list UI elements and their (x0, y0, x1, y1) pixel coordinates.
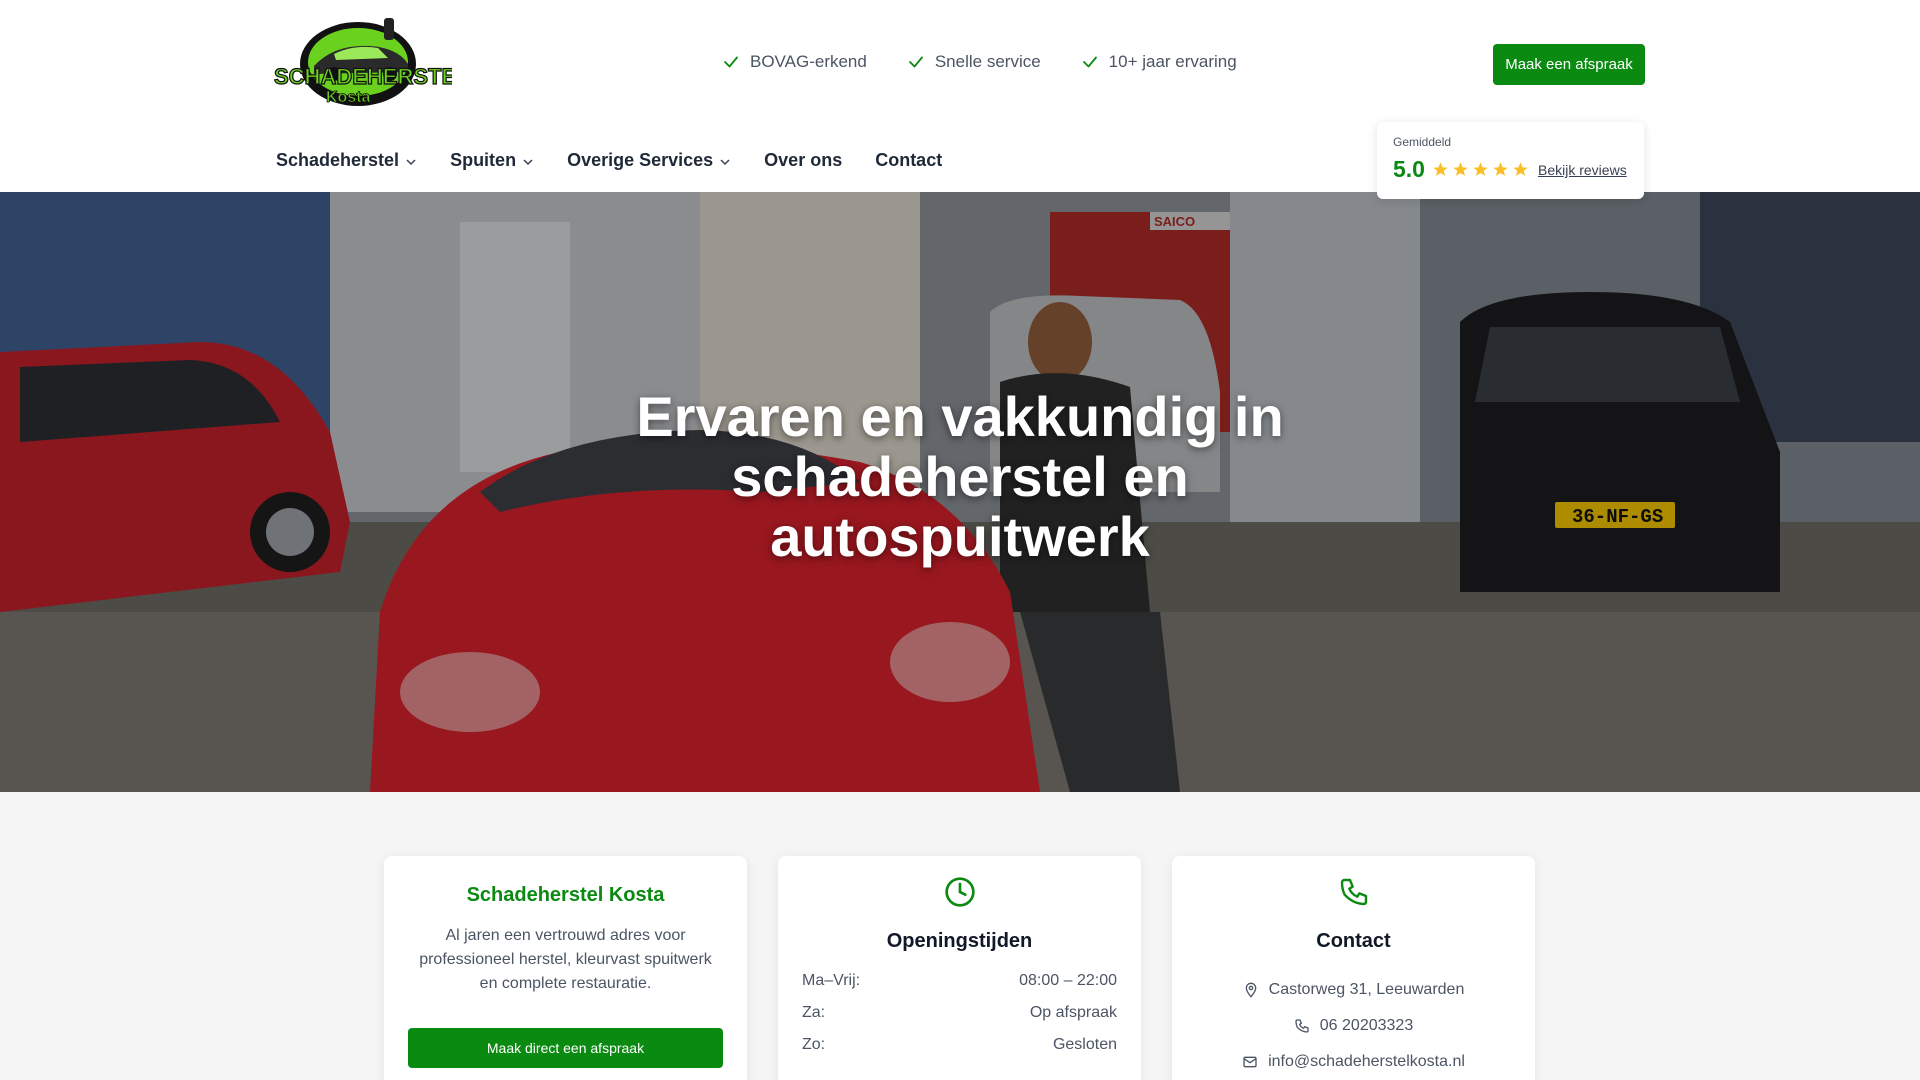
contact-title: Contact (1316, 930, 1391, 952)
make-direct-appointment-button[interactable]: Maak direct een afspraak (408, 1028, 723, 1068)
nav-item-spuiten[interactable]: Spuiten (450, 150, 534, 171)
about-title: Schadeherstel Kosta (466, 884, 665, 906)
star-icon (1473, 162, 1488, 176)
hours-time: Gesloten (1052, 1036, 1117, 1053)
usp-label: BOVAG-erkend (750, 52, 867, 71)
hero-title: Ervaren en vakkundig in schadeherstel en… (636, 385, 1284, 568)
nav-item-label: Contact (875, 150, 943, 170)
hours-day: Za: (802, 1004, 826, 1021)
usp-label: Snelle service (934, 52, 1041, 71)
clock-icon (944, 877, 975, 907)
nav-item-label: Over ons (764, 150, 843, 170)
star-icon (1513, 162, 1528, 176)
nav-item-overige-services[interactable]: Overige Services (567, 150, 731, 171)
make-appointment-button[interactable]: Maak een afspraak (1493, 44, 1645, 85)
star-icon (1493, 162, 1508, 176)
nav-item-schadeherstel[interactable]: Schadeherstel (276, 150, 417, 171)
check-icon (908, 56, 923, 68)
usp-label: 10+ jaar ervaring (1108, 52, 1237, 71)
svg-text:SCHADEHERSTEL: SCHADEHERSTEL (274, 64, 452, 89)
nav-item-over-ons[interactable]: Over ons (764, 150, 842, 171)
hours-row: Za: Op afspraak (802, 1004, 1117, 1036)
chevron-down-icon (720, 158, 730, 165)
view-reviews-link[interactable]: Bekijk reviews (1538, 162, 1627, 178)
opening-hours-title: Openingstijden (886, 930, 1033, 952)
chevron-down-icon (406, 158, 416, 165)
contact-address-text: Castorweg 31, Leeuwarden (1268, 981, 1465, 998)
svg-text:Kosta: Kosta (326, 89, 371, 106)
contact-phone[interactable]: 06 20203323 (1172, 1008, 1535, 1044)
opening-hours-card: Openingstijden Ma–Vrij: 08:00 – 22:00 Za… (778, 856, 1141, 1080)
logo-image: SCHADEHERSTEL Kosta (273, 18, 470, 106)
nav-item-contact[interactable]: Contact (875, 150, 942, 171)
hours-row: Ma–Vrij: 08:00 – 22:00 (802, 972, 1117, 1004)
nav-item-label: Schadeherstel (276, 150, 400, 170)
phone-icon (1295, 1019, 1309, 1033)
rating-score: 5.0 (1393, 156, 1425, 182)
contact-email[interactable]: info@schadeherstelkosta.nl (1172, 1044, 1535, 1080)
check-icon (724, 56, 738, 68)
about-card: Schadeherstel Kosta Al jaren een vertrou… (384, 856, 747, 1080)
usp-item: Snelle service (907, 52, 1041, 72)
hours-day: Ma–Vrij: (802, 972, 861, 989)
rating-widget: Gemiddeld 5.0 Bekijk reviews (1377, 122, 1644, 199)
contact-card: Contact Castorweg 31, Leeuwarden 06 2020… (1172, 856, 1535, 1080)
phone-icon (1340, 878, 1367, 906)
contact-list: Castorweg 31, Leeuwarden 06 20203323 inf… (1172, 972, 1535, 1080)
about-text: Al jaren een vertrouwd adres voor profes… (419, 927, 712, 992)
logo[interactable]: SCHADEHERSTEL Kosta (273, 14, 470, 112)
hours-day: Zo: (802, 1036, 826, 1053)
rating-label: Gemiddeld (1393, 135, 1452, 149)
hero-banner: SAICO 36-NF-GS Ervaren en vakkundig in s… (0, 192, 1920, 792)
contact-address: Castorweg 31, Leeuwarden (1172, 972, 1535, 1008)
star-icon (1433, 162, 1448, 176)
hours-time: Op afspraak (1029, 1004, 1117, 1021)
hours-time: 08:00 – 22:00 (1019, 972, 1117, 989)
nav-item-label: Spuiten (450, 150, 517, 170)
contact-email-text: info@schadeherstelkosta.nl (1268, 1053, 1465, 1070)
chevron-down-icon (523, 158, 533, 165)
usp-list: BOVAG-erkend Snelle service 10+ jaar erv… (722, 52, 1237, 72)
usp-item: 10+ jaar ervaring (1081, 52, 1237, 72)
contact-phone-text: 06 20203323 (1319, 1017, 1414, 1034)
usp-item: BOVAG-erkend (722, 52, 867, 72)
mail-icon (1243, 1056, 1257, 1068)
hours-row: Zo: Gesloten (802, 1036, 1117, 1068)
map-pin-icon (1245, 982, 1256, 998)
nav-item-label: Overige Services (567, 150, 714, 170)
site-header: SCHADEHERSTEL Kosta BOVAG-erkend Snelle … (0, 0, 1920, 199)
rating-stars (1432, 161, 1529, 178)
check-icon (1082, 56, 1097, 68)
main-nav: Schadeherstel Spuiten Overige Services O… (276, 150, 942, 171)
star-icon (1453, 162, 1468, 176)
opening-hours-list: Ma–Vrij: 08:00 – 22:00 Za: Op afspraak Z… (802, 972, 1117, 1068)
